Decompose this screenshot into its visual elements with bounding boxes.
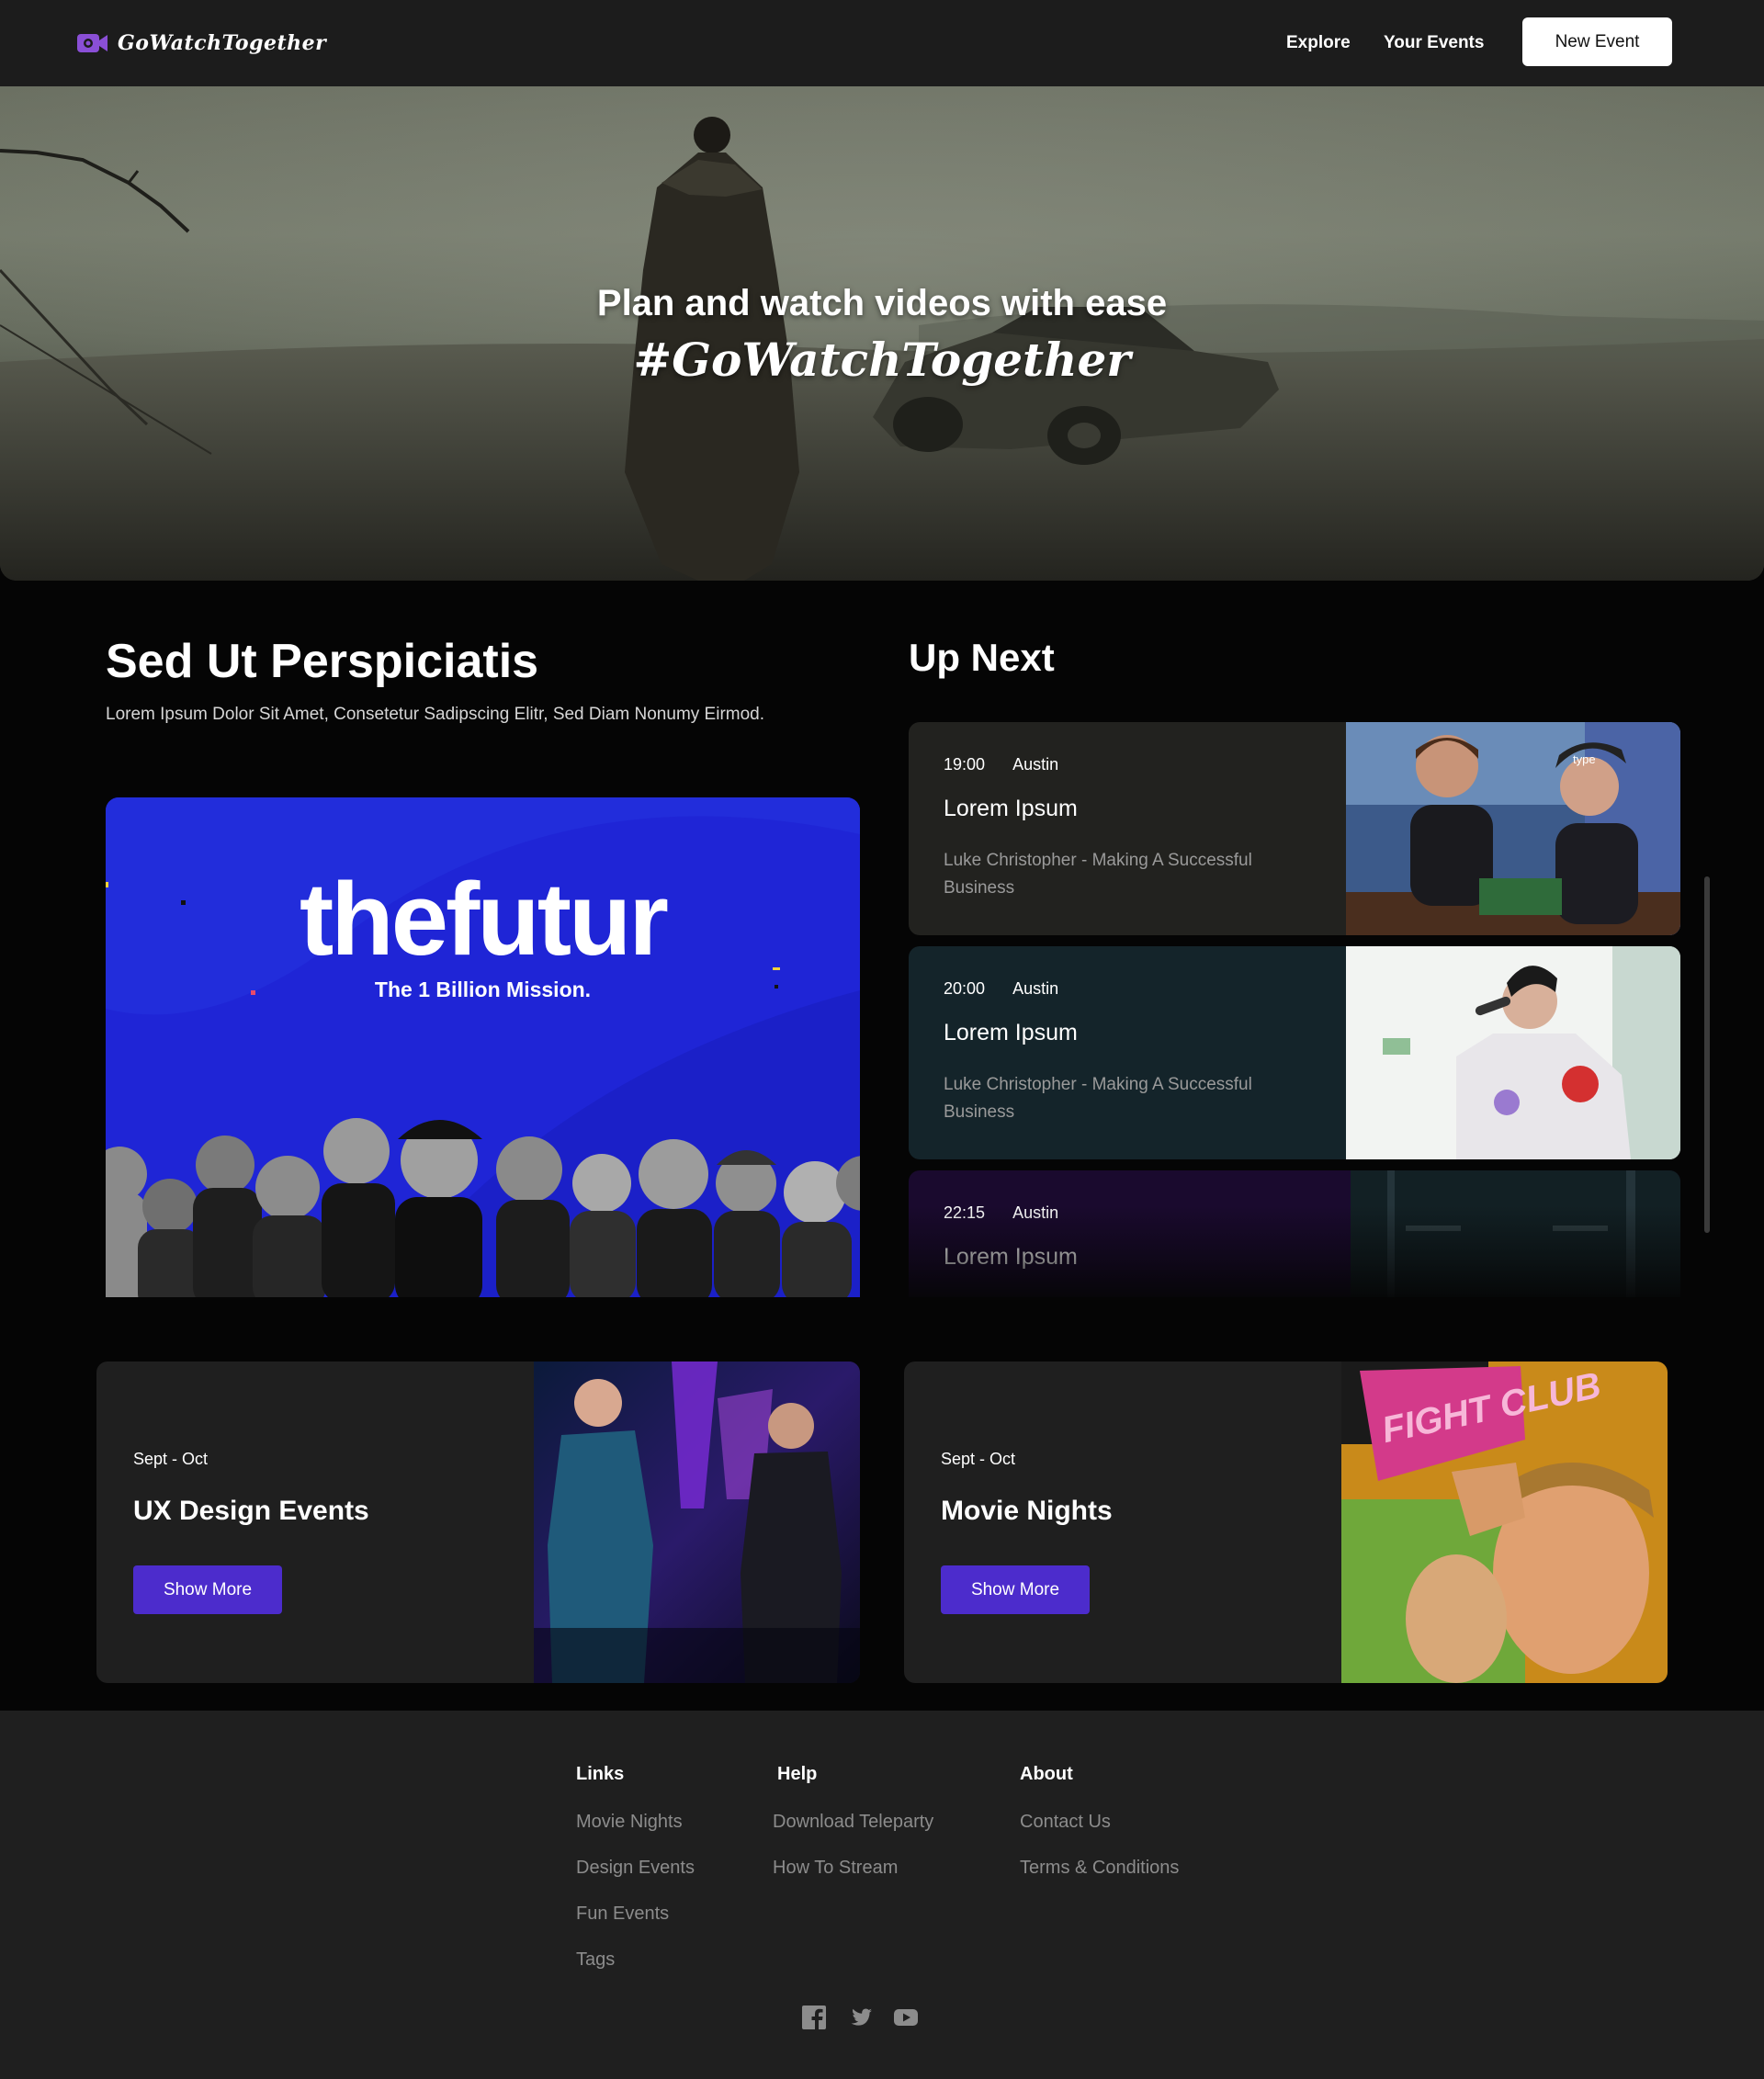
footer-heading: About — [1020, 1764, 1073, 1784]
twitter-icon[interactable] — [848, 2005, 874, 2030]
show-more-button[interactable]: Show More — [133, 1565, 282, 1614]
youtube-icon[interactable] — [893, 2005, 919, 2030]
event-time: 20:00 — [944, 979, 986, 998]
event-meta: 19:00 Austin — [944, 755, 1082, 774]
event-description: Luke Christopher - Making A Successful B… — [944, 851, 1252, 898]
featured-tagline: The 1 Billion Mission. — [374, 977, 592, 1001]
event-dates: Sept - Oct — [133, 1450, 209, 1468]
event-title: Lorem Ipsum — [944, 796, 1078, 821]
event-thumbnail: type — [1346, 722, 1680, 935]
movie-nights-image: FIGHT CLUB — [1341, 1362, 1668, 1683]
up-next-card[interactable]: 19:00 Austin Lorem Ipsum Luke Christophe… — [909, 722, 1680, 935]
event-meta: 20:00 Austin — [944, 979, 1082, 999]
site-footer: Links Movie Nights Design Events Fun Eve… — [0, 1711, 1764, 2079]
footer-heading: Help — [777, 1764, 818, 1784]
hero-hashtag: #GoWatchTogether — [633, 333, 1131, 387]
svg-text:type: type — [1573, 752, 1596, 766]
event-dates: Sept - Oct — [941, 1450, 1016, 1468]
hero-banner: Plan and watch videos with ease #GoWatch… — [0, 86, 1764, 581]
footer-link-design-events[interactable]: Design Events — [576, 1854, 695, 1900]
event-location: Austin — [1012, 755, 1059, 774]
top-navbar: GoWatchTogether Explore Your Events New … — [0, 0, 1764, 86]
footer-heading: Links — [576, 1764, 625, 1784]
brand-name: GoWatchTogether — [118, 31, 327, 55]
brand-logo[interactable]: GoWatchTogether — [77, 29, 326, 57]
video-camera-icon — [77, 32, 108, 54]
footer-link-fun-events[interactable]: Fun Events — [576, 1900, 695, 1946]
event-thumbnail — [1351, 1170, 1680, 1297]
footer-link-download-teleparty[interactable]: Download Teleparty — [773, 1808, 933, 1854]
featured-event-image[interactable]: thefutur The 1 Billion Mission. — [106, 797, 860, 1297]
show-more-button[interactable]: Show More — [941, 1565, 1090, 1614]
new-event-button[interactable]: New Event — [1522, 17, 1672, 66]
event-location: Austin — [1012, 979, 1059, 998]
event-time: 19:00 — [944, 755, 986, 774]
footer-column-links: Links Movie Nights Design Events Fun Eve… — [576, 1764, 695, 1992]
nav-explore-link[interactable]: Explore — [1286, 33, 1351, 53]
nav-your-events-link[interactable]: Your Events — [1384, 33, 1484, 53]
movie-nights-card[interactable]: Sept - Oct Movie Nights Show More FIGHT … — [904, 1362, 1668, 1683]
featured-brand-name: thefutur — [299, 862, 669, 977]
footer-link-tags[interactable]: Tags — [576, 1946, 695, 1992]
event-time: 22:15 — [944, 1203, 986, 1222]
up-next-list[interactable]: 19:00 Austin Lorem Ipsum Luke Christophe… — [909, 722, 1680, 1297]
footer-link-terms-conditions[interactable]: Terms & Conditions — [1020, 1854, 1179, 1900]
section-title: Sed Ut Perspiciatis — [106, 635, 539, 688]
ux-design-events-card[interactable]: Sept - Oct UX Design Events Show More — [96, 1362, 860, 1683]
footer-link-contact-us[interactable]: Contact Us — [1020, 1808, 1179, 1854]
event-card-title: UX Design Events — [133, 1496, 369, 1526]
event-title: Lorem Ipsum — [944, 1244, 1078, 1270]
up-next-card[interactable]: 22:15 Austin Lorem Ipsum — [909, 1170, 1680, 1297]
footer-column-about: About Contact Us Terms & Conditions — [1020, 1764, 1179, 1900]
hero-subtitle: Plan and watch videos with ease — [596, 283, 1168, 323]
up-next-card[interactable]: 20:00 Austin Lorem Ipsum Luke Christophe… — [909, 946, 1680, 1159]
ux-design-events-image — [534, 1362, 860, 1683]
section-description: Lorem Ipsum Dolor Sit Amet, Consetetur S… — [106, 705, 765, 724]
facebook-icon[interactable] — [801, 2005, 827, 2030]
up-next-title: Up Next — [909, 636, 1055, 679]
footer-link-how-to-stream[interactable]: How To Stream — [773, 1854, 933, 1900]
event-description: Luke Christopher - Making A Successful B… — [944, 1075, 1252, 1122]
event-title: Lorem Ipsum — [944, 1020, 1078, 1045]
footer-column-help: Help Download Teleparty How To Stream — [773, 1764, 933, 1900]
event-card-title: Movie Nights — [941, 1496, 1113, 1526]
event-meta: 22:15 Austin — [944, 1203, 1082, 1223]
footer-link-movie-nights[interactable]: Movie Nights — [576, 1808, 695, 1854]
event-thumbnail — [1346, 946, 1680, 1159]
event-location: Austin — [1012, 1203, 1059, 1222]
up-next-scrollbar[interactable] — [1704, 876, 1710, 1233]
